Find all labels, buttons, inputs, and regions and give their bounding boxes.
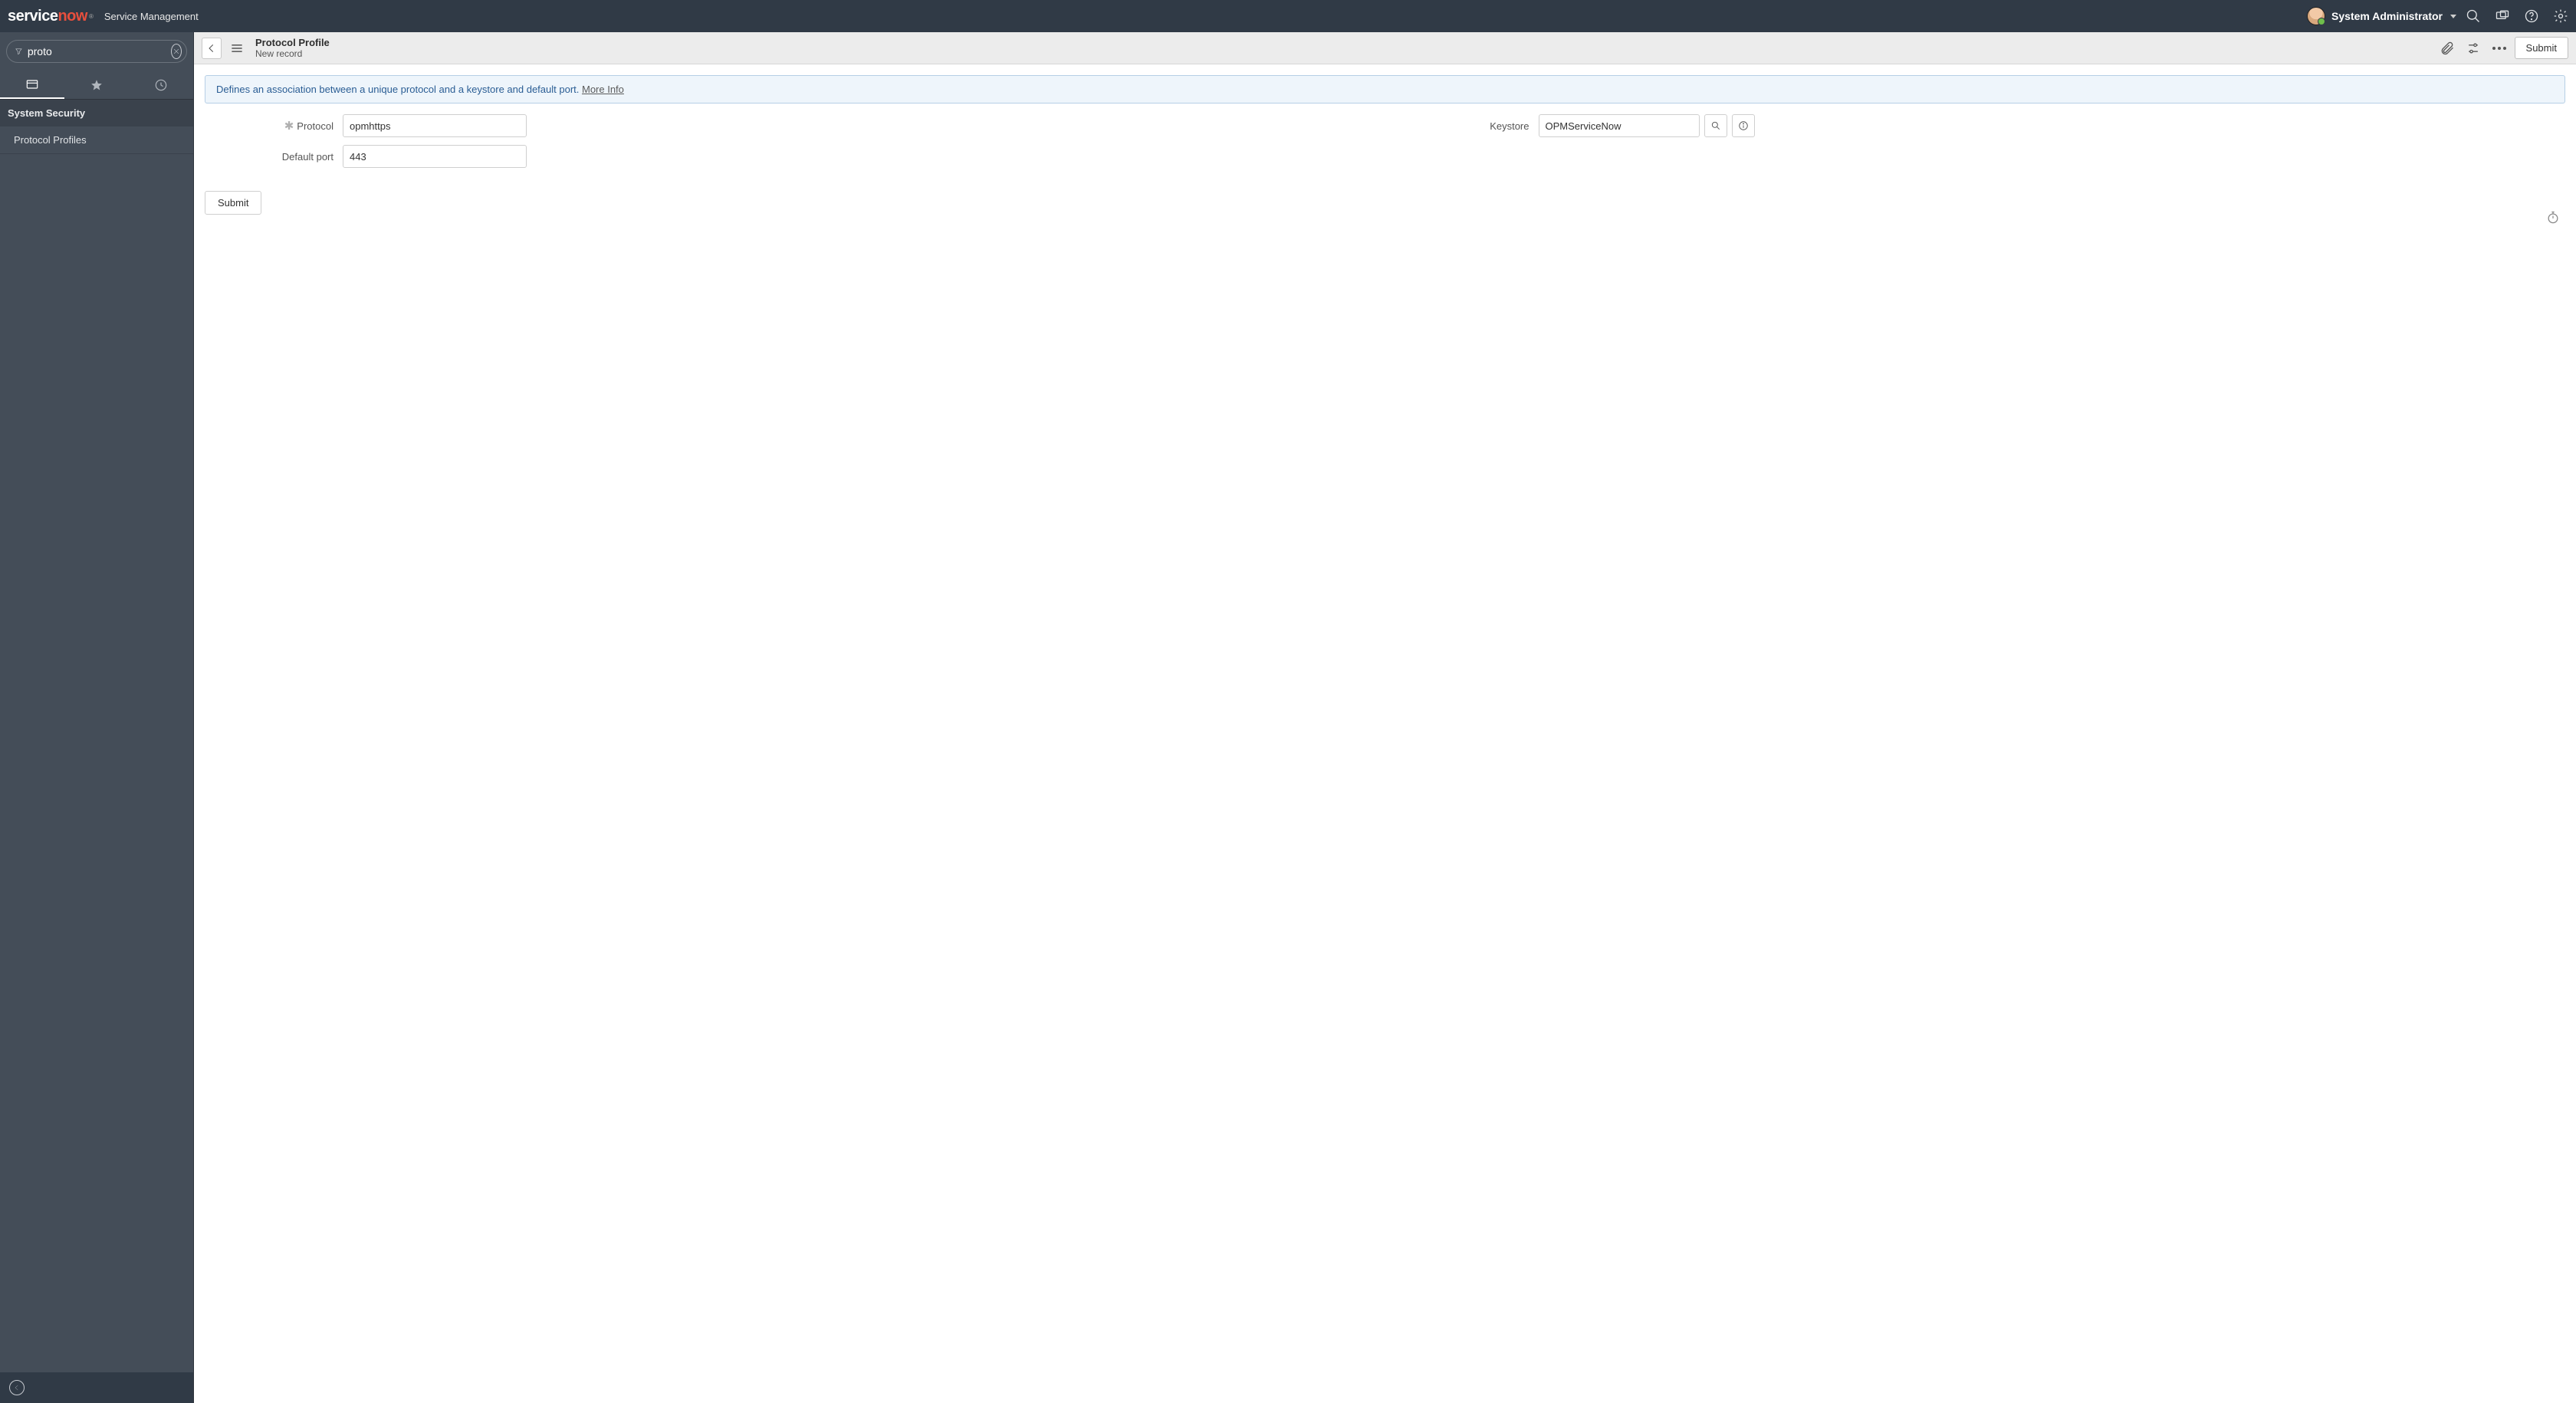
submit-button-header[interactable]: Submit (2515, 37, 2568, 59)
nav-item-protocol-profiles[interactable]: Protocol Profiles (0, 127, 193, 154)
field-keystore: Keystore (1401, 114, 2566, 137)
keystore-info-button[interactable] (1732, 114, 1755, 137)
top-banner: servicenow® Service Management System Ad… (0, 0, 2576, 32)
logo-registered: ® (89, 13, 94, 20)
menu-icon (229, 41, 245, 56)
logo-text-left: service (8, 8, 58, 25)
clock-icon (153, 77, 169, 93)
chat-icon[interactable] (2495, 8, 2510, 24)
filter-icon (15, 45, 23, 58)
main-frame: Protocol Profile New record Submit Defin… (194, 32, 2576, 1403)
more-info-link[interactable]: More Info (582, 84, 624, 95)
logo[interactable]: servicenow® (8, 8, 94, 25)
search-icon (1710, 120, 1721, 131)
attachment-button[interactable] (2436, 38, 2458, 59)
form-header: Protocol Profile New record Submit (194, 32, 2576, 64)
left-nav: System Security Protocol Profiles (0, 32, 194, 1403)
nav-filter-input[interactable] (23, 45, 171, 58)
default-port-label: Default port (282, 151, 334, 163)
sliders-icon (2466, 41, 2481, 56)
protocol-input[interactable] (343, 114, 527, 137)
chevron-left-icon (13, 1384, 21, 1392)
search-icon[interactable] (2466, 8, 2481, 24)
clear-filter-button[interactable] (171, 44, 182, 59)
stopwatch-icon (2545, 210, 2561, 225)
nav-tab-history[interactable] (129, 71, 193, 99)
context-menu-button[interactable] (226, 38, 248, 59)
keystore-label: Keystore (1490, 120, 1529, 132)
back-button[interactable] (202, 38, 222, 59)
chevron-left-icon (206, 43, 217, 54)
keystore-lookup-button[interactable] (1704, 114, 1727, 137)
nav-tab-favorites[interactable] (64, 71, 129, 99)
default-port-input[interactable] (343, 145, 527, 168)
info-banner: Defines an association between a unique … (205, 75, 2565, 104)
nav-filter (6, 40, 187, 63)
info-icon (1738, 120, 1749, 131)
apps-icon (25, 77, 40, 92)
info-text: Defines an association between a unique … (216, 84, 582, 95)
close-icon (172, 48, 180, 55)
gear-icon[interactable] (2553, 8, 2568, 24)
paperclip-icon (2440, 41, 2455, 56)
submit-button[interactable]: Submit (205, 191, 261, 215)
user-menu[interactable]: System Administrator (2307, 7, 2456, 25)
personalize-form-button[interactable] (2463, 38, 2484, 59)
response-time-button[interactable] (2545, 210, 2561, 225)
keystore-input[interactable] (1539, 114, 1700, 137)
field-default-port: Default port (205, 145, 1370, 168)
more-icon (2492, 47, 2506, 50)
user-name: System Administrator (2331, 10, 2443, 22)
help-icon[interactable] (2524, 8, 2539, 24)
caret-down-icon (2450, 15, 2456, 18)
nav-section-system-security[interactable]: System Security (0, 100, 193, 127)
nav-tabs (0, 71, 193, 100)
form-title: Protocol Profile (255, 37, 330, 48)
star-icon (90, 78, 104, 92)
more-options-button[interactable] (2489, 38, 2510, 59)
avatar (2307, 7, 2325, 25)
collapse-nav-button[interactable] (9, 1380, 25, 1395)
field-protocol: ✱ Protocol (205, 114, 1370, 137)
nav-tab-all[interactable] (0, 71, 64, 99)
logo-text-right: now (58, 8, 87, 25)
required-icon: ✱ (284, 119, 294, 133)
product-name: Service Management (104, 11, 199, 22)
protocol-label: Protocol (297, 120, 334, 132)
form-subtitle: New record (255, 48, 330, 59)
